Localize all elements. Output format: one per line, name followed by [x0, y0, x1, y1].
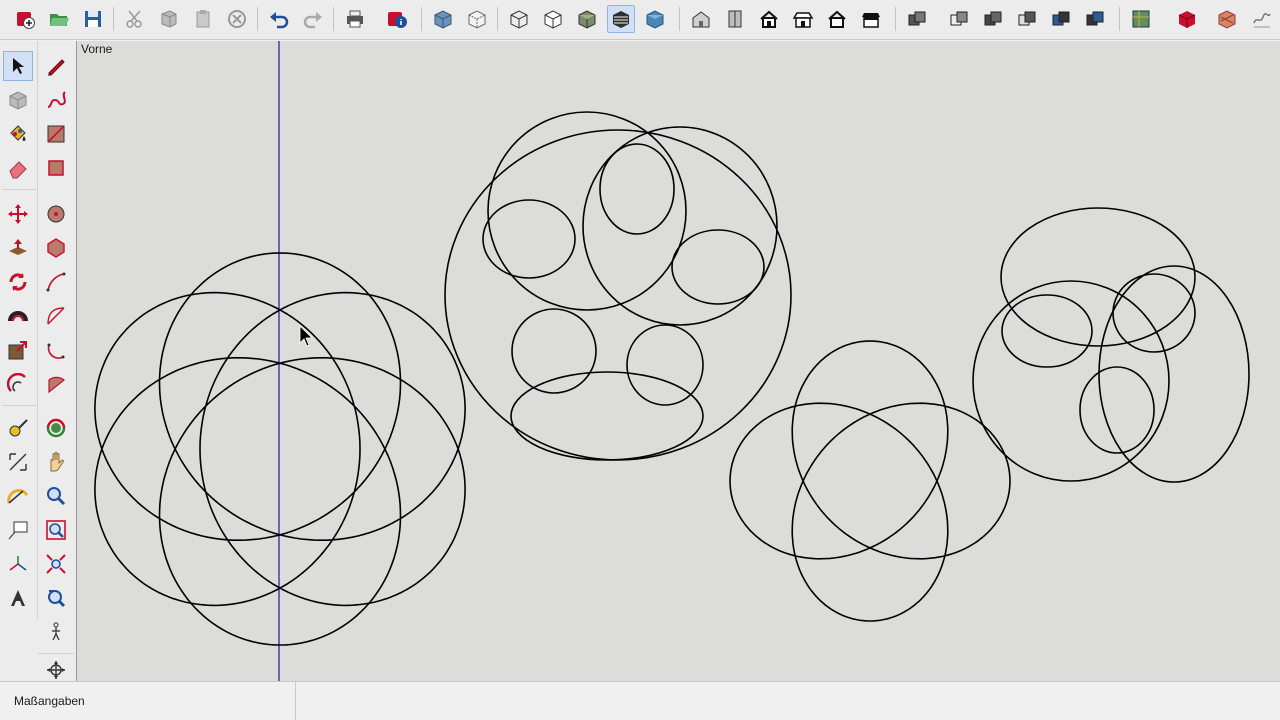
rotate-tool-icon[interactable] [3, 267, 33, 297]
polygon-tool-icon[interactable] [41, 233, 71, 263]
style-3-icon[interactable] [979, 5, 1007, 33]
line-tool-icon[interactable] [41, 51, 71, 81]
open-icon[interactable] [45, 5, 73, 33]
left-view-icon[interactable] [857, 5, 885, 33]
zoom-tool-icon[interactable] [41, 481, 71, 511]
sketchup-window: Vorne Maßangaben [0, 0, 1280, 720]
warehouse-icon[interactable] [1173, 5, 1201, 33]
axes-tool-icon[interactable] [3, 549, 33, 579]
protractor-icon[interactable] [3, 481, 33, 511]
copy-icon[interactable] [155, 5, 183, 33]
3-point-arc-icon[interactable] [41, 335, 71, 365]
previous-view-icon[interactable] [41, 583, 71, 613]
front-view-icon[interactable] [755, 5, 783, 33]
wireframe-icon[interactable] [505, 5, 533, 33]
move-tool-icon[interactable] [3, 199, 33, 229]
erase-icon[interactable] [223, 5, 251, 33]
tape-measure-icon[interactable] [3, 413, 33, 443]
pie-tool-icon[interactable] [41, 369, 71, 399]
style-5-icon[interactable] [1047, 5, 1075, 33]
drawing-canvas[interactable] [77, 41, 1280, 681]
right-view-icon[interactable] [789, 5, 817, 33]
circle-cluster-1[interactable] [444, 111, 792, 461]
three-loop-curve[interactable] [729, 340, 1011, 622]
dimension-tool-icon[interactable] [3, 447, 33, 477]
rotated-rectangle-icon[interactable] [41, 153, 71, 183]
status-bar: Maßangaben [0, 681, 1280, 720]
paste-icon[interactable] [189, 5, 217, 33]
scale-tool-icon[interactable] [3, 335, 33, 365]
style-4-icon[interactable] [1013, 5, 1041, 33]
hidden-line-icon[interactable] [539, 5, 567, 33]
main-toolbar [0, 0, 1280, 40]
extension-icon[interactable] [1213, 5, 1241, 33]
monochrome-icon[interactable] [641, 5, 669, 33]
geo-location-icon[interactable] [1127, 5, 1155, 33]
text-tool-icon[interactable] [3, 515, 33, 545]
orbit-tool-icon[interactable] [41, 413, 71, 443]
tool-palette [0, 41, 76, 681]
zoom-window-icon[interactable] [41, 515, 71, 545]
print-icon[interactable] [341, 5, 369, 33]
3d-text-icon[interactable] [3, 583, 33, 613]
arc-tool-icon[interactable] [41, 267, 71, 297]
zoom-extents-icon[interactable] [41, 549, 71, 579]
xray-icon[interactable] [429, 5, 457, 33]
cut-icon[interactable] [121, 5, 149, 33]
style-2-icon[interactable] [945, 5, 973, 33]
2-point-arc-icon[interactable] [41, 301, 71, 331]
new-model-icon[interactable] [11, 5, 39, 33]
rectangle-tool-icon[interactable] [41, 119, 71, 149]
walk-tool-icon[interactable] [41, 617, 71, 647]
circle-tool-icon[interactable] [41, 199, 71, 229]
eraser-icon[interactable] [3, 153, 33, 183]
model-viewport[interactable]: Vorne [76, 41, 1280, 681]
style-6-icon[interactable] [1081, 5, 1109, 33]
follow-me-icon[interactable] [3, 301, 33, 331]
component-tool-icon[interactable] [3, 85, 33, 115]
freehand-tool-icon[interactable] [41, 85, 71, 115]
push-pull-icon[interactable] [3, 233, 33, 263]
measurements-label: Maßangaben [14, 694, 85, 708]
iso-view-icon[interactable] [687, 5, 715, 33]
offset-tool-icon[interactable] [3, 369, 33, 399]
back-view-icon[interactable] [823, 5, 851, 33]
measurements-box: Maßangaben [0, 682, 296, 720]
shaded-icon[interactable] [573, 5, 601, 33]
style-1-icon[interactable] [903, 5, 931, 33]
five-loop-curve[interactable] [94, 252, 466, 646]
select-tool-icon[interactable] [3, 51, 33, 81]
pan-tool-icon[interactable] [41, 447, 71, 477]
redo-icon[interactable] [299, 5, 327, 33]
model-info-icon[interactable] [383, 5, 411, 33]
shaded-textures-icon[interactable] [607, 5, 635, 33]
top-view-icon[interactable] [721, 5, 749, 33]
paint-bucket-icon[interactable] [3, 119, 33, 149]
undo-icon[interactable] [265, 5, 293, 33]
sandbox-icon[interactable] [1248, 5, 1276, 33]
circle-cluster-2[interactable] [972, 207, 1250, 483]
measurements-input[interactable] [134, 691, 288, 713]
save-icon[interactable] [79, 5, 107, 33]
back-edges-icon[interactable] [463, 5, 491, 33]
